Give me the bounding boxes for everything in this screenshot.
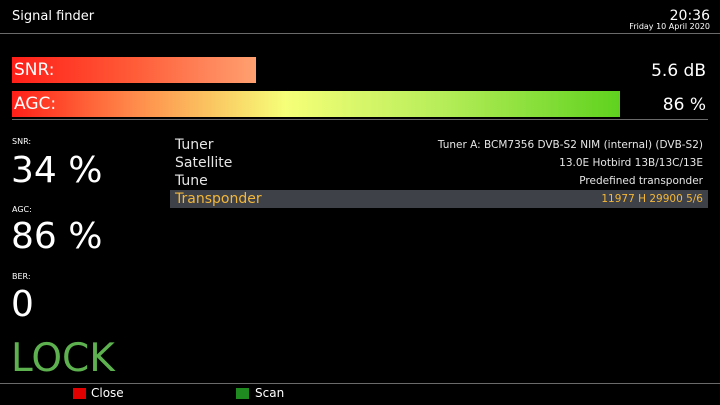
snr-bar-label: SNR: — [14, 60, 55, 80]
info-row-tune[interactable]: Tune Predefined transponder — [170, 172, 708, 190]
close-button[interactable]: Close — [91, 386, 124, 400]
agc-bar-fill — [12, 91, 620, 117]
info-key: Transponder — [175, 191, 262, 207]
red-key-icon[interactable] — [73, 388, 86, 399]
header-divider — [0, 33, 720, 34]
green-key-icon[interactable] — [236, 388, 249, 399]
ber-stat-value: 0 — [11, 284, 34, 325]
lock-status: LOCK — [11, 336, 115, 381]
info-row-transponder[interactable]: Transponder 11977 H 29900 5/6 — [170, 190, 708, 208]
scan-button[interactable]: Scan — [255, 386, 284, 400]
agc-bar-label: AGC: — [14, 94, 57, 114]
page-title: Signal finder — [12, 9, 95, 24]
agc-bar: AGC: — [12, 91, 708, 117]
agc-bar-value: 86 % — [662, 95, 706, 115]
agc-stat-label: AGC: — [12, 205, 32, 214]
info-key: Tune — [175, 173, 208, 189]
info-key: Tuner — [175, 137, 214, 153]
info-value: Tuner A: BCM7356 DVB-S2 NIM (internal) (… — [437, 139, 703, 151]
snr-stat-label: SNR: — [12, 137, 32, 146]
info-value: Predefined transponder — [579, 175, 703, 187]
info-row-tuner[interactable]: Tuner Tuner A: BCM7356 DVB-S2 NIM (inter… — [170, 136, 708, 154]
agc-stat-value: 86 % — [11, 216, 103, 257]
footer-divider — [0, 383, 720, 384]
info-value: 13.0E Hotbird 13B/13C/13E — [559, 157, 703, 169]
bars-divider — [12, 119, 708, 120]
snr-bar-value: 5.6 dB — [651, 61, 706, 81]
info-row-satellite[interactable]: Satellite 13.0E Hotbird 13B/13C/13E — [170, 154, 708, 172]
snr-bar: SNR: — [12, 57, 708, 83]
info-key: Satellite — [175, 155, 233, 171]
clock-date: Friday 10 April 2020 — [629, 22, 710, 31]
info-value: 11977 H 29900 5/6 — [601, 193, 703, 205]
ber-stat-label: BER: — [12, 272, 31, 281]
snr-stat-value: 34 % — [11, 150, 103, 191]
